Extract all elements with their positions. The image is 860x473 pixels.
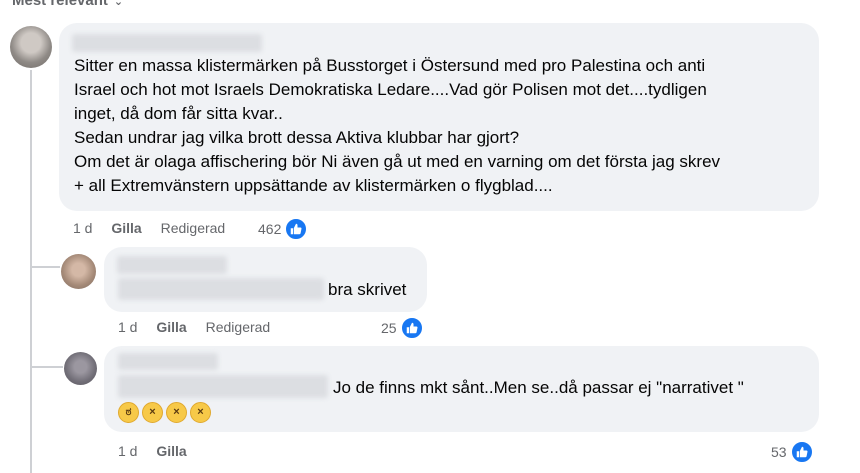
redacted-text: [118, 278, 324, 300]
avatar[interactable]: [61, 254, 96, 289]
squinting-tongue-emoji-icon: ×: [142, 402, 163, 423]
comment-line: inget, då dom får sitta kvar..: [74, 104, 283, 123]
comment-line: Israel och hot mot Israels Demokratiska …: [74, 80, 707, 99]
like-button[interactable]: Gilla: [156, 319, 186, 335]
like-icon: [399, 316, 424, 340]
comment-line: Sitter en massa klistermärken på Busstor…: [74, 56, 706, 75]
rolling-eyes-emoji-icon: ಠ: [118, 402, 139, 423]
author-name-redacted[interactable]: [72, 34, 262, 52]
author-name-redacted[interactable]: [117, 256, 227, 274]
squinting-tongue-emoji-icon: ×: [166, 402, 187, 423]
comment-line: + all Extremvänstern uppsättande av klis…: [74, 176, 553, 195]
comment-line: Om det är olaga affischering bör Ni även…: [74, 152, 721, 171]
like-button[interactable]: Gilla: [156, 443, 186, 459]
avatar[interactable]: [64, 352, 97, 385]
comment-actions: 1 d Gilla Redigerad: [118, 319, 285, 335]
timestamp[interactable]: 1 d: [118, 443, 137, 459]
comment-actions: 1 d Gilla Redigerad: [73, 220, 240, 236]
like-button[interactable]: Gilla: [111, 220, 141, 236]
sort-dropdown[interactable]: Mest relevant ⌄: [12, 0, 123, 9]
edited-label[interactable]: Redigerad: [161, 220, 226, 236]
comment-body: Sitter en massa klistermärken på Busstor…: [74, 54, 809, 198]
timestamp[interactable]: 1 d: [118, 319, 137, 335]
squinting-tongue-emoji-icon: ×: [190, 402, 211, 423]
reaction-count[interactable]: 25: [381, 316, 424, 340]
redacted-text: [118, 375, 328, 398]
chevron-down-icon: ⌄: [113, 0, 124, 8]
comment-text: bra skrivet: [328, 280, 407, 299]
reaction-count-value: 53: [771, 444, 787, 460]
comment-actions: 1 d Gilla: [118, 443, 202, 459]
reaction-count[interactable]: 462: [258, 217, 309, 241]
comment-text: Jo de finns mkt sånt..Men se..då passar …: [333, 378, 744, 397]
like-icon: [284, 217, 309, 241]
like-icon: [789, 440, 814, 464]
edited-label[interactable]: Redigerad: [206, 319, 271, 335]
avatar[interactable]: [10, 26, 52, 68]
timestamp[interactable]: 1 d: [73, 220, 92, 236]
emoji-row: ಠ × × ×: [118, 402, 211, 423]
comment-line: Sedan undrar jag vilka brott dessa Aktiv…: [74, 128, 520, 147]
thread-branch: [30, 366, 63, 368]
author-name-redacted[interactable]: [118, 353, 218, 370]
reaction-count[interactable]: 53: [771, 440, 814, 464]
reaction-count-value: 25: [381, 320, 397, 336]
thread-branch: [30, 266, 60, 268]
thread-line: [30, 70, 32, 473]
sort-label: Mest relevant: [12, 0, 108, 9]
reaction-count-value: 462: [258, 221, 282, 237]
